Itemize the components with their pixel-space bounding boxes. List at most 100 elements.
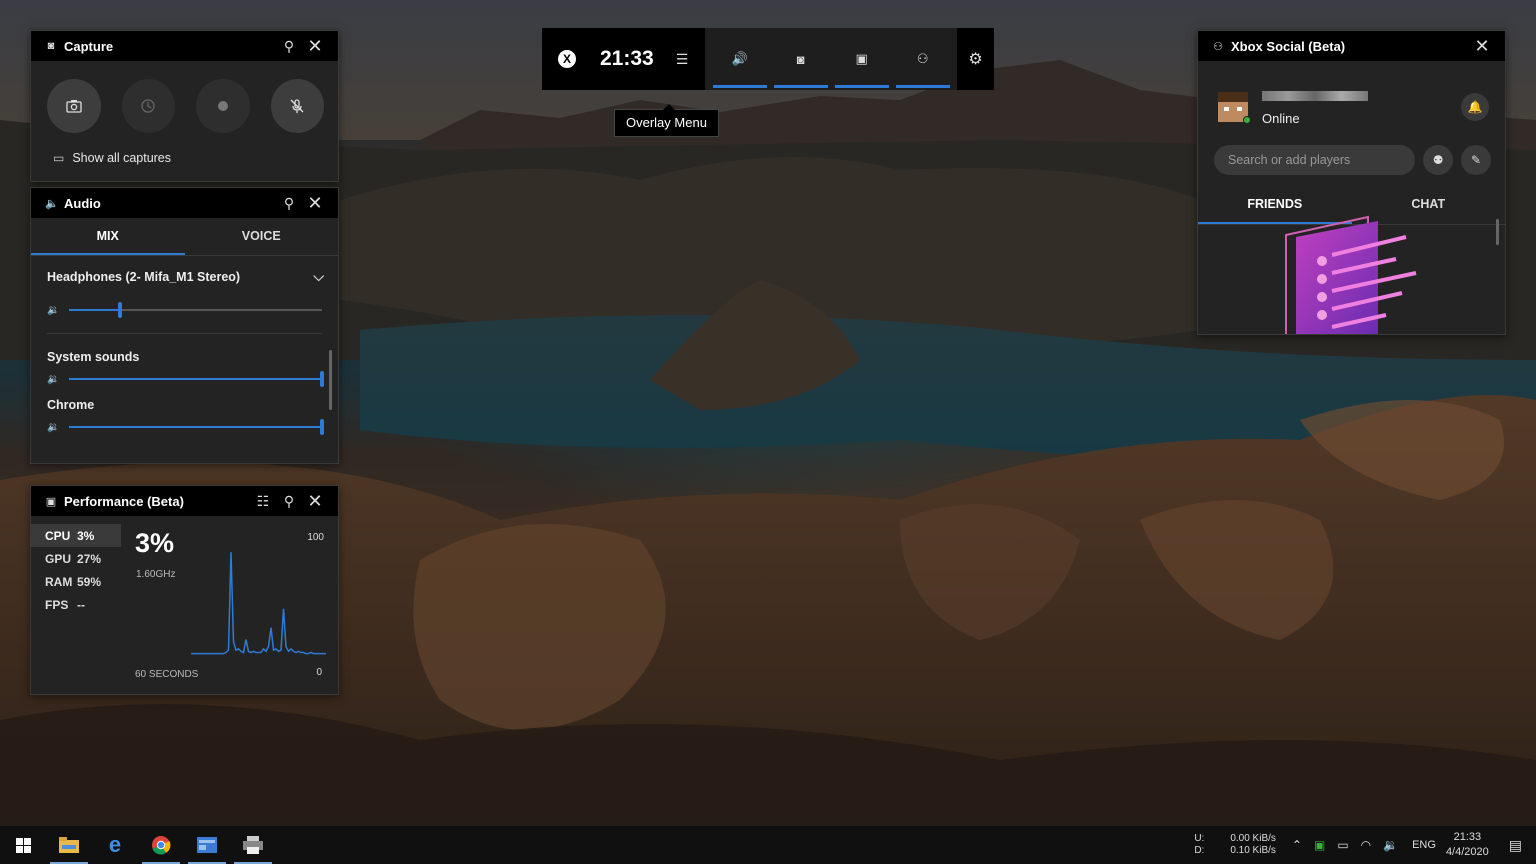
mic-toggle-button[interactable] (270, 79, 324, 133)
close-button[interactable]: ✕ (1469, 36, 1495, 57)
download-speed: 0.10 KiB/s (1230, 845, 1276, 856)
show-all-captures-link[interactable]: ▭ Show all captures (31, 133, 338, 165)
social-header[interactable]: ⚇ Xbox Social (Beta) ✕ (1198, 31, 1505, 61)
gallery-icon: ▭ (53, 151, 65, 165)
taskbar-edge[interactable]: e (92, 826, 138, 864)
camera-small-icon: ◙ (47, 40, 55, 52)
close-button[interactable]: ✕ (302, 193, 328, 214)
pin-button[interactable]: ⚲ (276, 195, 302, 212)
volume-icon[interactable]: 🔉 (1383, 838, 1398, 852)
chevron-up-icon[interactable]: ⌃ (1292, 838, 1302, 852)
device-volume-slider[interactable] (69, 302, 322, 318)
metric-list: CPU 3% GPU 27% RAM 59% FPS -- (31, 516, 121, 694)
audio-header[interactable]: 🔈 Audio ⚲ ✕ (31, 188, 338, 218)
overlay-menu-button[interactable]: ☰ (676, 51, 689, 68)
close-button[interactable]: ✕ (302, 491, 328, 512)
xbox-logo-icon[interactable]: X (558, 50, 576, 68)
taskbar-printer[interactable] (230, 826, 276, 864)
net-meter-labels: U: D: (1194, 833, 1204, 857)
game-bar: X 21:33 ☰ 🔊 ◙ ▣ ⚇ ⚙ (542, 28, 994, 90)
capture-widget-button[interactable]: ◙ (773, 28, 828, 90)
search-players-input[interactable] (1214, 145, 1416, 175)
record-last-button[interactable] (121, 79, 175, 133)
options-button[interactable]: ☷ (250, 493, 276, 510)
wifi-icon[interactable]: ◠ (1361, 838, 1371, 852)
taskbar-app[interactable] (184, 826, 230, 864)
avatar[interactable] (1216, 90, 1251, 124)
game-bar-home: X 21:33 ☰ (542, 28, 706, 90)
people-icon: ⚇ (1213, 40, 1223, 53)
volume-icon: 🔉 (47, 304, 60, 316)
close-icon: ✕ (307, 490, 323, 511)
metric-value: 59% (77, 574, 102, 589)
performance-header[interactable]: ▣ Performance (Beta) ☷ ⚲ ✕ (31, 486, 338, 516)
screenshot-button[interactable] (47, 79, 101, 133)
taskbar: e U: D: 0.00 KiB/s 0.10 KiB/s ⌃ ▣ ▭ ◠ 🔉 … (0, 826, 1536, 864)
settings-button[interactable]: ⚙ (957, 28, 994, 90)
compose-button[interactable]: ✎ (1461, 145, 1491, 175)
metric-fps[interactable]: FPS -- (31, 593, 121, 616)
audio-widget: 🔈 Audio ⚲ ✕ MIX VOICE Headphones (2- Mif… (30, 187, 339, 464)
display-icon[interactable]: ▭ (1337, 838, 1348, 852)
performance-widget-button[interactable]: ▣ (834, 28, 889, 90)
taskbar-date: 4/4/2020 (1445, 846, 1489, 858)
clock[interactable]: 21:33 4/4/2020 (1446, 830, 1489, 860)
profile-row: Online 🔔 (1198, 61, 1505, 135)
speaker-icon: 🔈 (45, 197, 59, 210)
close-icon: ✕ (307, 192, 323, 213)
upload-speed: 0.00 KiB/s (1230, 833, 1276, 844)
close-icon: ✕ (307, 35, 323, 56)
hamburger-icon: ☰ (675, 50, 689, 67)
metric-key: CPU (45, 528, 71, 543)
printer-icon (243, 836, 263, 854)
net-meter: 0.00 KiB/s 0.10 KiB/s (1230, 833, 1276, 857)
show-all-captures-label: Show all captures (72, 151, 172, 165)
pin-icon: ⚲ (283, 37, 295, 54)
chevron-down-icon: ⌵ (313, 268, 324, 284)
metric-ram[interactable]: RAM 59% (31, 570, 121, 593)
pin-button[interactable]: ⚲ (276, 38, 302, 55)
notifications-button[interactable]: 🔔 (1461, 93, 1489, 121)
close-button[interactable]: ✕ (302, 36, 328, 57)
output-device-select[interactable]: Headphones (2- Mifa_M1 Stereo) ⌵ (31, 256, 338, 285)
metric-key: RAM (45, 574, 73, 589)
metric-gpu[interactable]: GPU 27% (31, 547, 121, 570)
social-title: Xbox Social (Beta) (1231, 38, 1346, 54)
start-button[interactable] (0, 826, 46, 864)
system-sounds-volume-slider[interactable] (69, 371, 324, 387)
taskbar-chrome[interactable] (138, 826, 184, 864)
record-last-icon (141, 99, 155, 113)
add-friend-button[interactable]: ⚉ (1423, 145, 1454, 175)
app-label-system-sounds: System sounds (47, 350, 140, 364)
action-center-icon[interactable]: ▤ (1509, 837, 1522, 854)
metric-value: 3% (77, 528, 95, 543)
file-explorer-icon (59, 837, 79, 853)
taskbar-file-explorer[interactable] (46, 826, 92, 864)
pin-button[interactable]: ⚲ (276, 493, 302, 510)
capture-header[interactable]: ◙ Capture ⚲ ✕ (31, 31, 338, 61)
screenshot-icon (66, 100, 82, 113)
social-scrollbar[interactable] (1496, 219, 1499, 245)
graph-axis-min: 0 (316, 667, 322, 678)
speaker-icon: 🔊 (731, 51, 748, 66)
device-name: Headphones (2- Mifa_M1 Stereo) (47, 269, 241, 284)
social-widget-button[interactable]: ⚇ (895, 28, 950, 90)
tab-mix[interactable]: MIX (31, 218, 185, 255)
metric-value: -- (77, 597, 85, 612)
record-button[interactable] (196, 79, 250, 133)
chrome-volume-slider[interactable] (69, 419, 324, 435)
audio-scrollbar[interactable] (329, 350, 332, 410)
device-volume-row: 🔉 (31, 297, 338, 323)
audio-widget-button[interactable]: 🔊 (712, 28, 767, 90)
language-indicator[interactable]: ENG (1412, 839, 1436, 851)
metric-cpu[interactable]: CPU 3% (31, 524, 121, 547)
app-tray-icon[interactable]: ▣ (1314, 838, 1325, 852)
edge-icon: e (108, 832, 122, 857)
performance-widget: ▣ Performance (Beta) ☷ ⚲ ✕ CPU 3% GPU 27% … (30, 485, 339, 695)
system-sounds-volume-row: 🔉 (31, 366, 338, 392)
performance-title: Performance (Beta) (64, 493, 184, 509)
chrome-icon (152, 836, 171, 855)
tab-voice[interactable]: VOICE (185, 218, 339, 255)
performance-icon: ▣ (855, 51, 868, 66)
game-bar-clock: 21:33 (600, 47, 654, 70)
